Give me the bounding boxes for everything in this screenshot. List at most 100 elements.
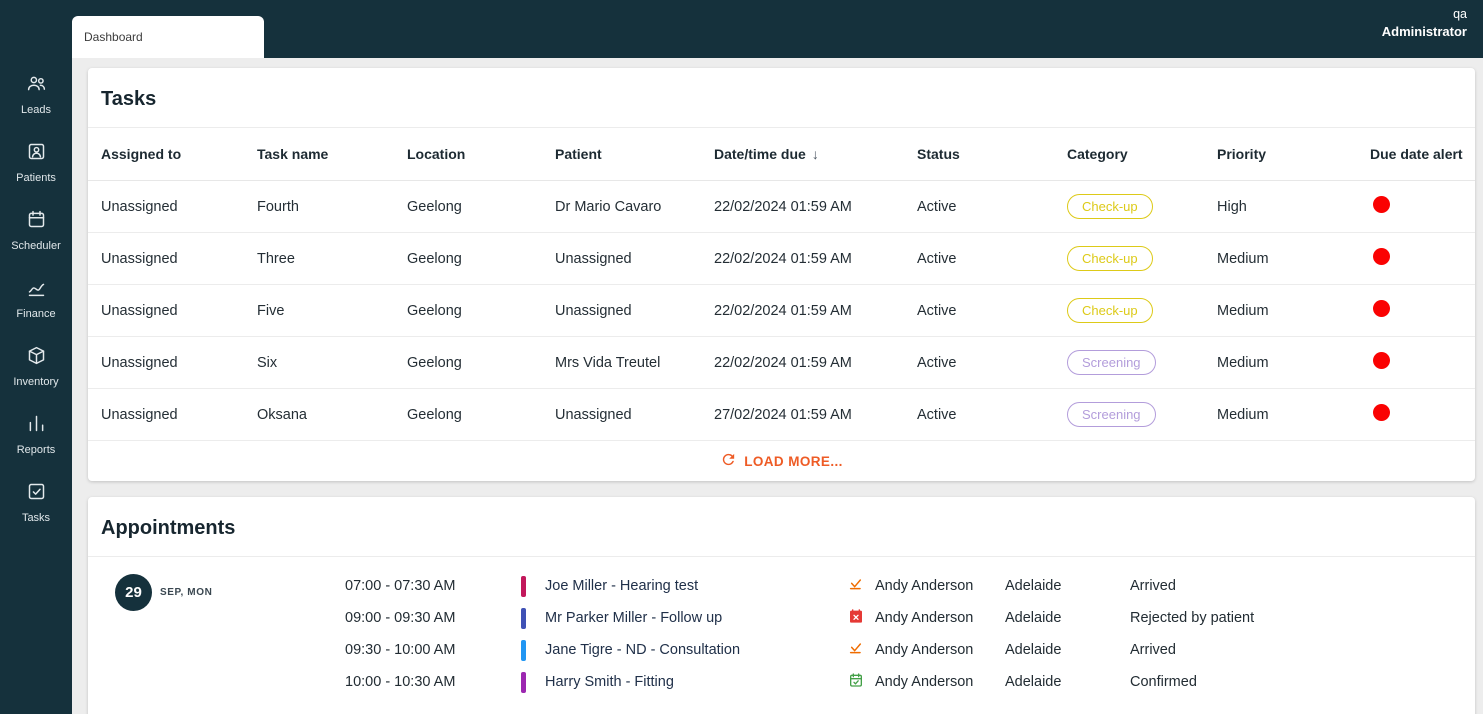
sidebar-item-finance[interactable]: Finance <box>0 264 72 332</box>
cell-due-date: 22/02/2024 01:59 AM <box>714 198 852 215</box>
col-header-assigned-to[interactable]: Assigned to <box>101 146 257 162</box>
sort-descending-icon: ↓ <box>811 146 819 162</box>
sidebar-item-label: Reports <box>16 443 56 456</box>
user-role: Administrator <box>1381 24 1467 39</box>
cell-assigned-to: Unassigned <box>101 302 178 319</box>
col-header-due-date-alert[interactable]: Due date alert <box>1370 146 1475 162</box>
inventory-box-icon <box>26 345 47 371</box>
confirmed-calendar-icon <box>848 672 864 692</box>
cell-due-date-alert <box>1370 404 1475 425</box>
cell-patient: Mrs Vida Treutel <box>555 354 661 371</box>
appointments-body: 29 SEP, MON 07:00 - 07:30 AM Joe Miller … <box>88 557 1475 698</box>
rejected-calendar-icon <box>848 608 864 628</box>
sidebar-item-inventory[interactable]: Inventory <box>0 332 72 400</box>
task-row[interactable]: Unassigned Fourth Geelong Dr Mario Cavar… <box>88 181 1475 233</box>
appointment-status: Arrived <box>1130 578 1176 594</box>
col-header-date-time-due[interactable]: Date/time due ↓ <box>714 146 917 162</box>
cell-status: Active <box>917 354 957 371</box>
tab-dashboard[interactable]: Dashboard <box>72 16 264 58</box>
col-header-category[interactable]: Category <box>1067 146 1217 162</box>
alert-dot-icon <box>1373 196 1390 213</box>
arrived-check-icon <box>848 576 864 596</box>
cell-patient: Unassigned <box>555 250 632 267</box>
cell-due-date: 22/02/2024 01:59 AM <box>714 250 852 267</box>
appointment-location: Adelaide <box>1005 642 1062 658</box>
day-label: SEP, MON <box>160 587 213 598</box>
appointment-row[interactable]: 07:00 - 07:30 AM Joe Miller - Hearing te… <box>345 570 1475 602</box>
topbar: Dashboard qa Administrator <box>72 0 1483 58</box>
col-header-patient[interactable]: Patient <box>555 146 714 162</box>
appointment-status: Rejected by patient <box>1130 610 1255 626</box>
sidebar-item-label: Finance <box>16 307 56 320</box>
cell-location: Geelong <box>407 354 462 371</box>
cell-assigned-to: Unassigned <box>101 406 178 423</box>
sidebar-item-scheduler[interactable]: Scheduler <box>0 196 72 264</box>
appointment-row[interactable]: 09:30 - 10:00 AM Jane Tigre - ND - Consu… <box>345 634 1475 666</box>
alert-dot-icon <box>1373 300 1390 317</box>
col-header-task-name[interactable]: Task name <box>257 146 407 162</box>
appointments-title: Appointments <box>88 497 1475 557</box>
appointment-title-link[interactable]: Jane Tigre - ND - Consultation <box>545 642 848 658</box>
cell-category: Check-up <box>1067 246 1217 271</box>
appointment-title-link[interactable]: Joe Miller - Hearing test <box>545 578 848 594</box>
alert-dot-icon <box>1373 352 1390 369</box>
appointment-status: Arrived <box>1130 642 1176 658</box>
cell-priority: Medium <box>1217 250 1269 267</box>
sidebar: Leads Patients Scheduler Finance Invento… <box>0 0 72 714</box>
cell-task-name: Oksana <box>257 406 307 423</box>
task-row[interactable]: Unassigned Oksana Geelong Unassigned 27/… <box>88 389 1475 441</box>
tasks-card: Tasks Assigned to Task name Location Pat… <box>88 68 1475 481</box>
finance-icon <box>26 277 47 303</box>
cell-due-date: 27/02/2024 01:59 AM <box>714 406 852 423</box>
appointment-location: Adelaide <box>1005 578 1062 594</box>
load-more-button[interactable]: LOAD MORE... <box>88 441 1475 481</box>
app-root: Leads Patients Scheduler Finance Invento… <box>0 0 1483 714</box>
cell-patient: Dr Mario Cavaro <box>555 198 662 215</box>
appointments-card: Appointments 29 SEP, MON 07:00 - 07:30 A… <box>88 497 1475 714</box>
patient-icon <box>26 141 47 167</box>
sidebar-item-leads[interactable]: Leads <box>0 60 72 128</box>
cell-due-date-alert <box>1370 196 1475 217</box>
sidebar-item-patients[interactable]: Patients <box>0 128 72 196</box>
sidebar-item-label: Leads <box>21 103 51 116</box>
tasks-title: Tasks <box>88 68 1475 128</box>
col-header-status[interactable]: Status <box>917 146 1067 162</box>
cell-task-name: Six <box>257 354 278 371</box>
task-row[interactable]: Unassigned Five Geelong Unassigned 22/02… <box>88 285 1475 337</box>
appointment-row[interactable]: 09:00 - 09:30 AM Mr Parker Miller - Foll… <box>345 602 1475 634</box>
appointment-title-link[interactable]: Mr Parker Miller - Follow up <box>545 610 848 626</box>
task-check-icon <box>26 481 47 507</box>
cell-priority: Medium <box>1217 302 1269 319</box>
cell-priority: Medium <box>1217 406 1269 423</box>
appointment-type-bar <box>521 575 545 597</box>
category-badge: Check-up <box>1067 246 1153 271</box>
appointment-time: 10:00 - 10:30 AM <box>345 674 456 690</box>
tasks-table-header: Assigned to Task name Location Patient D… <box>88 128 1475 181</box>
cell-due-date-alert <box>1370 300 1475 321</box>
sidebar-item-label: Scheduler <box>11 239 61 252</box>
task-row[interactable]: Unassigned Six Geelong Mrs Vida Treutel … <box>88 337 1475 389</box>
cell-status: Active <box>917 198 957 215</box>
cell-assigned-to: Unassigned <box>101 198 178 215</box>
alert-dot-icon <box>1373 404 1390 421</box>
appointment-title-link[interactable]: Harry Smith - Fitting <box>545 674 848 690</box>
appointment-location: Adelaide <box>1005 610 1062 626</box>
sidebar-item-tasks[interactable]: Tasks <box>0 468 72 536</box>
cell-assigned-to: Unassigned <box>101 354 178 371</box>
appointment-row[interactable]: 10:00 - 10:30 AM Harry Smith - Fitting A… <box>345 666 1475 698</box>
appointment-type-bar <box>521 607 545 629</box>
cell-priority: High <box>1217 198 1247 215</box>
col-header-priority[interactable]: Priority <box>1217 146 1370 162</box>
content: Tasks Assigned to Task name Location Pat… <box>72 58 1483 714</box>
load-more-label: LOAD MORE... <box>744 453 843 469</box>
appointment-date: 29 SEP, MON <box>101 570 345 611</box>
sidebar-item-label: Patients <box>16 171 56 184</box>
cell-task-name: Three <box>257 250 295 267</box>
task-row[interactable]: Unassigned Three Geelong Unassigned 22/0… <box>88 233 1475 285</box>
appointment-location: Adelaide <box>1005 674 1062 690</box>
alert-dot-icon <box>1373 248 1390 265</box>
col-header-location[interactable]: Location <box>407 146 555 162</box>
user-menu[interactable]: qa Administrator <box>1382 6 1467 40</box>
sidebar-item-reports[interactable]: Reports <box>0 400 72 468</box>
category-badge: Screening <box>1067 402 1156 427</box>
